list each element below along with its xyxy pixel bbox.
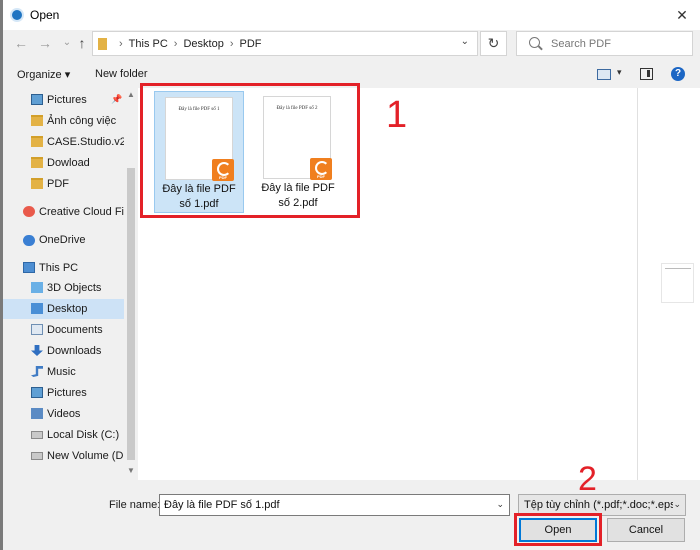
file-name-label: File name: (109, 499, 161, 511)
sidebar-item-desktop[interactable]: Desktop (3, 299, 125, 319)
annotation-step-1: 1 (386, 94, 408, 136)
sidebar-item-videos[interactable]: Videos (3, 404, 125, 424)
file-type-value: Tệp tùy chỉnh (*.pdf;*.doc;*.eps; (524, 499, 674, 511)
sidebar-item-label: PDF (47, 178, 69, 190)
folder-icon (31, 136, 43, 147)
preview-pane-icon[interactable] (640, 68, 653, 80)
title-bar: Open ✕ (0, 0, 700, 30)
sidebar-item-new-volume-d[interactable]: New Volume (D:) (3, 446, 130, 466)
sidebar-item-label: Creative Cloud File (39, 206, 133, 218)
documents-icon (31, 324, 43, 335)
sidebar-item-label: Music (47, 366, 76, 378)
file-name-field[interactable]: Đây là file PDF số 1.pdf ⌄ (159, 494, 510, 516)
up-arrow-icon[interactable]: ↑ (73, 33, 91, 53)
sidebar-item-label: Dowload (47, 157, 90, 169)
this-pc-icon (23, 262, 35, 273)
downloads-icon (31, 345, 43, 356)
chevron-down-icon[interactable]: ⌄ (496, 499, 504, 510)
folder-icon (31, 157, 43, 168)
music-icon (31, 366, 43, 377)
open-dialog: Open ✕ ← → ⌄ ↑ › This PC › Desktop › PDF… (0, 0, 700, 550)
sidebar-item-label: Local Disk (C:) (47, 429, 120, 441)
drive-icon (31, 452, 43, 460)
window-title: Open (30, 8, 60, 22)
chevron-down-icon[interactable]: ⌄ (461, 36, 469, 47)
sidebar-item-label: Ảnh công việc (47, 115, 117, 127)
search-input[interactable]: Search PDF (516, 31, 693, 56)
scroll-down-icon[interactable]: ▼ (127, 466, 135, 475)
breadcrumb-this-pc[interactable]: This PC (129, 38, 168, 50)
sidebar-item-pdf[interactable]: PDF (3, 174, 125, 194)
sidebar-item-label: OneDrive (39, 234, 86, 246)
sidebar-item-dowload[interactable]: Dowload (3, 153, 125, 173)
sidebar-item-pictures[interactable]: Pictures (3, 383, 125, 403)
creative-cloud-icon (23, 206, 35, 217)
sidebar-item-3d-objects[interactable]: 3D Objects (3, 278, 125, 298)
breadcrumb-desktop[interactable]: Desktop (183, 38, 223, 50)
sidebar-item-label: Desktop (47, 303, 88, 315)
drive-icon (31, 431, 43, 439)
file-name-value: Đây là file PDF số 1.pdf (164, 499, 280, 511)
chevron-down-icon[interactable]: ▾ (617, 67, 622, 78)
address-bar[interactable]: › This PC › Desktop › PDF ⌄ (92, 31, 478, 56)
navigation-pane: Pictures 📌 Ảnh công việc CASE.Studio.v2.… (3, 88, 138, 480)
sidebar-item-downloads[interactable]: Downloads (3, 341, 125, 361)
folder-icon (98, 38, 107, 50)
videos-icon (31, 408, 43, 419)
folder-icon (31, 178, 43, 189)
back-arrow-icon[interactable]: ← (12, 33, 30, 53)
chevron-right-icon: › (229, 37, 234, 50)
sidebar-item-documents[interactable]: Documents (3, 320, 125, 340)
preview-divider (637, 88, 638, 480)
sidebar-item-pictures-quick[interactable]: Pictures 📌 (3, 90, 125, 110)
sidebar-item-label: Pictures (47, 94, 87, 106)
browser-app-icon (10, 8, 24, 22)
search-placeholder: Search PDF (551, 38, 611, 50)
view-options-icon[interactable] (597, 69, 611, 80)
help-icon[interactable]: ? (671, 67, 685, 81)
pictures-icon (31, 94, 43, 105)
desktop-icon (31, 303, 43, 314)
pin-icon[interactable]: 📌 (111, 94, 122, 105)
sidebar-item-label: CASE.Studio.v2.2 (47, 136, 136, 148)
sidebar-item-label: Documents (47, 324, 103, 336)
folder-icon (31, 115, 43, 126)
scrollbar-thumb[interactable] (127, 168, 135, 460)
refresh-button[interactable]: ↻ (480, 31, 507, 56)
forward-arrow-icon[interactable]: → (36, 33, 54, 53)
breadcrumb: › This PC › Desktop › PDF (113, 32, 262, 55)
new-folder-button[interactable]: New folder (95, 68, 148, 80)
organize-button[interactable]: Organize ▾ (17, 68, 70, 81)
3d-objects-icon (31, 282, 43, 293)
pictures-icon (31, 387, 43, 398)
chevron-right-icon: › (119, 37, 123, 50)
chevron-down-icon[interactable]: ⌄ (673, 499, 681, 510)
sidebar-scrollbar[interactable]: ▲ ▼ (124, 88, 138, 480)
sidebar-item-creative-cloud[interactable]: Creative Cloud File (3, 202, 133, 222)
annotation-box-files (140, 83, 360, 218)
preview-thumbnail (661, 263, 694, 303)
chevron-right-icon: › (173, 37, 178, 50)
annotation-step-2: 2 (578, 460, 597, 498)
sidebar-item-case-studio[interactable]: CASE.Studio.v2.2 (3, 132, 135, 152)
sidebar-item-label: This PC (39, 262, 79, 274)
sidebar-item-local-disk-c[interactable]: Local Disk (C:) (3, 425, 125, 445)
background-edge (0, 0, 3, 550)
sidebar-item-label: New Volume (D:) (47, 450, 131, 462)
sidebar-item-music[interactable]: Music (3, 362, 125, 382)
scroll-up-icon[interactable]: ▲ (127, 90, 135, 99)
sidebar-item-label: Videos (47, 408, 81, 420)
sidebar-item-label: Pictures (47, 387, 87, 399)
close-icon[interactable]: ✕ (670, 4, 694, 26)
sidebar-item-this-pc[interactable]: This PC (3, 258, 125, 278)
annotation-box-open (514, 513, 602, 546)
sidebar-item-anh-cong-viec[interactable]: Ảnh công việc (3, 111, 125, 131)
sidebar-item-onedrive[interactable]: OneDrive (3, 230, 125, 250)
sidebar-item-label: 3D Objects (47, 282, 102, 294)
search-icon (529, 37, 540, 48)
breadcrumb-pdf[interactable]: PDF (240, 38, 262, 50)
onedrive-icon (23, 235, 35, 246)
cancel-button[interactable]: Cancel (607, 518, 685, 542)
sidebar-item-label: Downloads (47, 345, 102, 357)
